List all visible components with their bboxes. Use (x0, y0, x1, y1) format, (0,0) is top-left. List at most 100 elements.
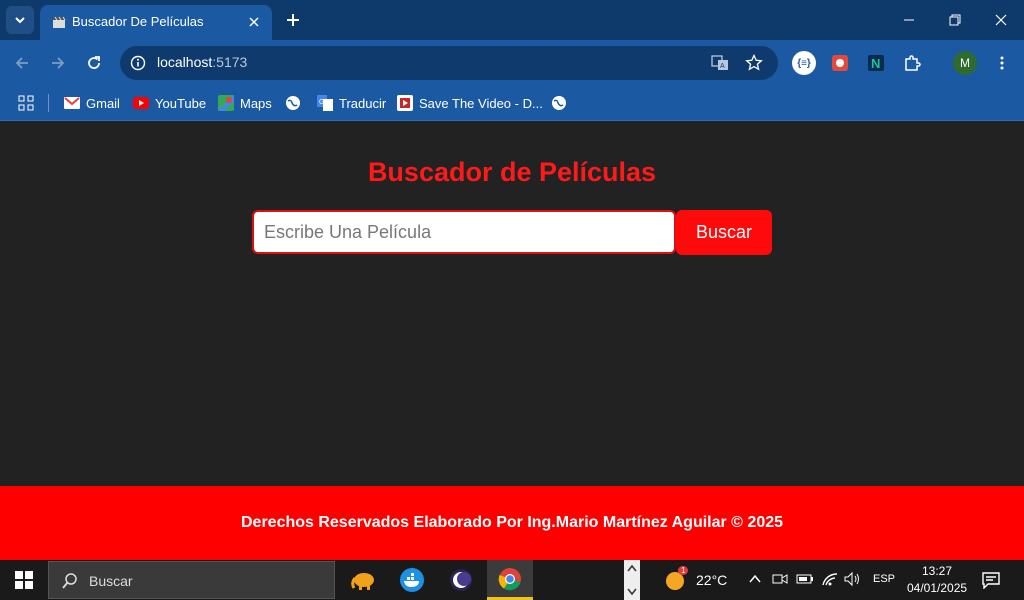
clock-date[interactable]: 04/01/2025 (907, 581, 967, 595)
browser-title-bar: Buscador De Películas (0, 0, 1024, 40)
apps-button[interactable] (18, 92, 34, 114)
extensions-menu-button[interactable] (900, 51, 924, 75)
json-extension-button[interactable]: {≡} (792, 51, 816, 75)
tray-battery[interactable] (796, 571, 814, 592)
input-language[interactable]: ESP (873, 573, 895, 585)
extension-bug-icon (832, 55, 848, 71)
battery-icon (796, 574, 813, 584)
reload-icon (88, 56, 100, 69)
tab-search-button[interactable] (6, 6, 34, 34)
forward-button[interactable] (46, 51, 70, 75)
kebab-menu-icon (1000, 56, 1004, 70)
bookmarks-divider (48, 94, 49, 112)
weather-badge: 1 (678, 566, 689, 575)
weather-temperature: 22°C (696, 572, 728, 588)
browser-toolbar: localhost:5173 A {≡} N M (0, 40, 1024, 86)
youtube-icon (133, 95, 149, 111)
chevron-up-icon (627, 564, 637, 572)
eclipse-icon (450, 569, 472, 591)
extension-red-button[interactable] (828, 51, 852, 75)
windows-logo-icon (15, 571, 33, 589)
tray-wifi[interactable] (822, 571, 838, 592)
bookmark-globe-1[interactable] (285, 92, 307, 114)
taskbar-app-docker[interactable] (389, 560, 435, 600)
avatar-initial: M (960, 56, 970, 70)
taskbar-scroll-control[interactable] (624, 560, 640, 600)
weather-widget[interactable]: 1 22°C (664, 566, 734, 592)
extension-n-button[interactable]: N (864, 51, 888, 75)
arrow-left-icon (15, 57, 28, 69)
star-icon (745, 54, 763, 71)
bookmark-label: Gmail (86, 95, 120, 111)
svg-text:G: G (319, 99, 324, 106)
minimize-button[interactable] (895, 6, 923, 34)
bookmark-label: Maps (240, 95, 272, 111)
bookmarks-bar: Gmail YouTube Maps G Traducir Save The V… (0, 86, 1024, 121)
tab-title: Buscador De Películas (72, 14, 204, 29)
apps-grid-icon (18, 95, 34, 111)
tab-close-button[interactable] (244, 12, 264, 32)
bookmark-label: Save The Video - D... (419, 95, 543, 111)
translate-page-button[interactable]: A (710, 53, 730, 73)
start-button[interactable] (0, 560, 48, 600)
notifications-button[interactable] (982, 571, 1000, 594)
minimize-icon (904, 19, 914, 21)
url-text: localhost:5173 (157, 54, 248, 70)
page-content: Buscador de Películas Buscar (0, 121, 1024, 486)
search-button[interactable]: Buscar (676, 210, 772, 255)
bookmark-label: Traducir (339, 95, 387, 111)
bookmark-traducir[interactable]: G Traducir (317, 92, 386, 114)
tray-meet-button[interactable] (772, 571, 788, 592)
restore-icon (949, 14, 961, 26)
site-info-icon[interactable] (130, 55, 146, 71)
wifi-icon (822, 573, 838, 586)
clock-time[interactable]: 13:27 (922, 564, 952, 578)
address-bar[interactable]: localhost:5173 A (120, 46, 778, 80)
bookmark-globe-2[interactable] (551, 92, 573, 114)
taskbar-search-box[interactable]: Buscar (48, 561, 335, 599)
gmail-icon (64, 95, 80, 111)
svg-text:A: A (720, 63, 725, 70)
reload-button[interactable] (82, 51, 106, 75)
restore-button[interactable] (941, 6, 969, 34)
back-button[interactable] (10, 51, 34, 75)
movie-search-input[interactable] (252, 210, 676, 254)
windows-taskbar: Buscar 1 22°C ESP 13:27 04/01/2025 (0, 560, 1024, 600)
taskbar-app-eclipse[interactable] (438, 560, 484, 600)
translate-icon: A (711, 55, 728, 70)
footer-text: Derechos Reservados Elaborado Por Ing.Ma… (240, 514, 784, 531)
svg-text:N: N (871, 56, 880, 71)
search-icon (62, 573, 77, 589)
chrome-icon (498, 567, 521, 590)
extension-n-icon: N (868, 55, 884, 71)
taskbar-app-tableplus[interactable] (340, 560, 386, 600)
taskbar-search-label: Buscar (89, 573, 133, 589)
globe-icon (285, 95, 301, 111)
chevron-up-icon (749, 574, 761, 583)
taskbar-app-chrome[interactable] (487, 560, 533, 600)
maps-icon (218, 95, 234, 111)
translate-icon: G (317, 95, 333, 111)
browser-tab[interactable]: Buscador De Películas (40, 5, 272, 40)
new-tab-button[interactable] (282, 9, 304, 31)
close-window-button[interactable] (987, 6, 1015, 34)
browser-menu-button[interactable] (990, 51, 1014, 75)
docker-icon (400, 568, 424, 592)
elephant-app-icon (351, 573, 374, 590)
tray-overflow-button[interactable] (748, 572, 762, 591)
camera-icon (772, 574, 788, 584)
tray-volume[interactable] (844, 571, 862, 592)
page-title: Buscador de Películas (367, 157, 657, 187)
footer: Derechos Reservados Elaborado Por Ing.Ma… (0, 486, 1024, 560)
bookmark-star-button[interactable] (744, 53, 764, 73)
close-icon (249, 17, 259, 27)
chevron-down-icon (15, 17, 25, 24)
bookmark-label: YouTube (155, 95, 207, 111)
bookmark-savethevideo[interactable]: Save The Video - D... (397, 92, 543, 114)
globe-icon (551, 95, 567, 111)
bookmark-youtube[interactable]: YouTube (133, 92, 206, 114)
clapperboard-icon (53, 16, 66, 28)
bookmark-maps[interactable]: Maps (218, 92, 272, 114)
bookmark-gmail[interactable]: Gmail (64, 92, 120, 114)
profile-avatar[interactable]: M (953, 51, 977, 75)
